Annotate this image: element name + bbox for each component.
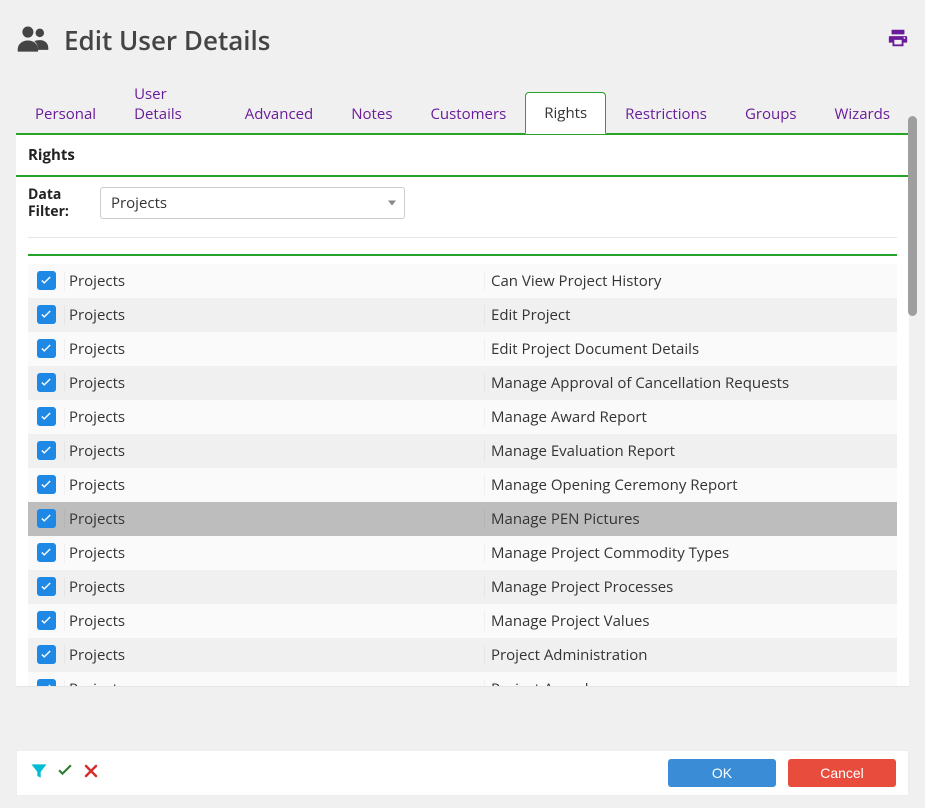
rights-table[interactable]: ProjectsCan View Project HistoryProjects… bbox=[28, 256, 897, 686]
filter-icon[interactable] bbox=[29, 761, 49, 786]
tab-groups[interactable]: Groups bbox=[726, 93, 816, 134]
close-icon[interactable] bbox=[81, 761, 101, 786]
rights-checkbox[interactable] bbox=[37, 509, 56, 528]
ok-button[interactable]: OK bbox=[668, 759, 776, 787]
rights-checkbox[interactable] bbox=[37, 543, 56, 562]
rights-category: Projects bbox=[64, 645, 484, 665]
data-filter-select[interactable]: Projects bbox=[100, 187, 405, 219]
rights-category: Projects bbox=[64, 339, 484, 359]
rights-row[interactable]: ProjectsEdit Project bbox=[28, 298, 897, 332]
rights-panel: Rights Data Filter: Projects ProjectsCan… bbox=[16, 135, 909, 687]
rights-name: Manage Project Commodity Types bbox=[484, 543, 897, 563]
chevron-down-icon bbox=[388, 201, 396, 206]
footer-bar: OK Cancel bbox=[16, 750, 909, 796]
rights-row[interactable]: ProjectsManage Project Processes bbox=[28, 570, 897, 604]
rights-category: Projects bbox=[64, 577, 484, 597]
tab-notes[interactable]: Notes bbox=[332, 93, 411, 134]
rights-row[interactable]: ProjectsManage PEN Pictures bbox=[28, 502, 897, 536]
rights-row[interactable]: ProjectsManage Project Commodity Types bbox=[28, 536, 897, 570]
rights-name: Manage Award Report bbox=[484, 407, 897, 427]
rights-row[interactable]: ProjectsProject Award bbox=[28, 672, 897, 686]
rights-row[interactable]: ProjectsProject Administration bbox=[28, 638, 897, 672]
rights-checkbox[interactable] bbox=[37, 305, 56, 324]
rights-category: Projects bbox=[64, 611, 484, 631]
tabs-bar: PersonalUser DetailsAdvancedNotesCustome… bbox=[16, 72, 909, 135]
page-title: Edit User Details bbox=[64, 22, 270, 58]
rights-name: Project Award bbox=[484, 679, 897, 686]
rights-row[interactable]: ProjectsEdit Project Document Details bbox=[28, 332, 897, 366]
rights-category: Projects bbox=[64, 271, 484, 291]
rights-category: Projects bbox=[64, 679, 484, 686]
rights-checkbox[interactable] bbox=[37, 373, 56, 392]
rights-checkbox[interactable] bbox=[37, 441, 56, 460]
rights-name: Edit Project bbox=[484, 305, 897, 325]
users-icon bbox=[16, 24, 50, 57]
tab-user-details[interactable]: User Details bbox=[115, 73, 226, 134]
rights-checkbox[interactable] bbox=[37, 339, 56, 358]
rights-checkbox[interactable] bbox=[37, 611, 56, 630]
rights-name: Manage Project Processes bbox=[484, 577, 897, 597]
rights-row[interactable]: ProjectsManage Evaluation Report bbox=[28, 434, 897, 468]
rights-name: Manage PEN Pictures bbox=[484, 509, 897, 529]
rights-category: Projects bbox=[64, 543, 484, 563]
rights-checkbox[interactable] bbox=[37, 407, 56, 426]
rights-name: Manage Approval of Cancellation Requests bbox=[484, 373, 897, 393]
rights-name: Project Administration bbox=[484, 645, 897, 665]
rights-row[interactable]: ProjectsManage Approval of Cancellation … bbox=[28, 366, 897, 400]
rights-category: Projects bbox=[64, 475, 484, 495]
page-header: Edit User Details bbox=[16, 16, 909, 72]
rights-name: Manage Evaluation Report bbox=[484, 441, 897, 461]
tab-personal[interactable]: Personal bbox=[16, 93, 115, 134]
rights-category: Projects bbox=[64, 509, 484, 529]
rights-row[interactable]: ProjectsManage Award Report bbox=[28, 400, 897, 434]
rights-checkbox[interactable] bbox=[37, 475, 56, 494]
rights-checkbox[interactable] bbox=[37, 577, 56, 596]
rights-name: Can View Project History bbox=[484, 271, 897, 291]
rights-name: Manage Opening Ceremony Report bbox=[484, 475, 897, 495]
data-filter-value: Projects bbox=[111, 193, 167, 213]
rights-name: Manage Project Values bbox=[484, 611, 897, 631]
panel-scroll-thumb[interactable] bbox=[908, 116, 917, 316]
tab-customers[interactable]: Customers bbox=[411, 93, 525, 134]
check-icon[interactable] bbox=[55, 761, 75, 786]
cancel-button[interactable]: Cancel bbox=[788, 759, 896, 787]
rights-checkbox[interactable] bbox=[37, 679, 56, 686]
filter-label: Data Filter: bbox=[28, 187, 84, 221]
section-title: Rights bbox=[16, 135, 909, 175]
rights-checkbox[interactable] bbox=[37, 645, 56, 664]
rights-category: Projects bbox=[64, 373, 484, 393]
rights-row[interactable]: ProjectsManage Project Values bbox=[28, 604, 897, 638]
rights-checkbox[interactable] bbox=[37, 271, 56, 290]
tab-restrictions[interactable]: Restrictions bbox=[606, 93, 726, 134]
panel-scrollbar[interactable] bbox=[908, 116, 917, 586]
tab-rights[interactable]: Rights bbox=[525, 92, 606, 134]
rights-category: Projects bbox=[64, 305, 484, 325]
rights-category: Projects bbox=[64, 441, 484, 461]
rights-row[interactable]: ProjectsManage Opening Ceremony Report bbox=[28, 468, 897, 502]
rights-category: Projects bbox=[64, 407, 484, 427]
rights-row[interactable]: ProjectsCan View Project History bbox=[28, 264, 897, 298]
rights-name: Edit Project Document Details bbox=[484, 339, 897, 359]
tab-advanced[interactable]: Advanced bbox=[226, 93, 332, 134]
tab-wizards[interactable]: Wizards bbox=[816, 93, 909, 134]
print-button[interactable] bbox=[887, 27, 909, 54]
